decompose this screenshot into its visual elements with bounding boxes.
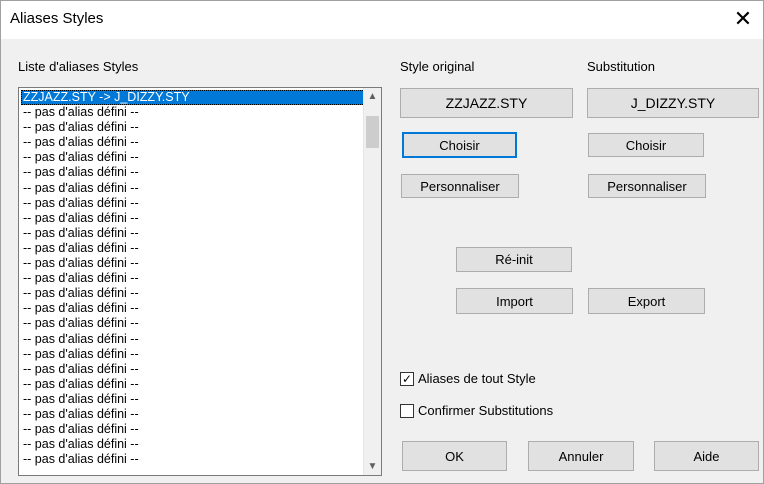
confirm-substitutions-checkbox[interactable] [400,404,414,418]
original-style-label: Style original [400,59,475,74]
title-bar: Aliases Styles ✕ [1,1,763,39]
alias-list-label: Liste d'aliases Styles [18,59,139,74]
list-item[interactable]: -- pas d'alias défini -- [21,286,365,301]
list-item[interactable]: -- pas d'alias défini -- [21,377,365,392]
choose-original-button[interactable]: Choisir [402,132,517,158]
customize-original-button[interactable]: Personnaliser [401,174,519,198]
list-item[interactable]: -- pas d'alias défini -- [21,211,365,226]
help-button[interactable]: Aide [654,441,759,471]
list-item[interactable]: -- pas d'alias défini -- [21,301,365,316]
list-item[interactable]: -- pas d'alias défini -- [21,271,365,286]
alias-list-items: ZZJAZZ.STY -> J_DIZZY.STY -- pas d'alias … [21,90,365,467]
list-item[interactable]: -- pas d'alias défini -- [21,392,365,407]
choose-substitution-button[interactable]: Choisir [588,133,704,157]
list-item[interactable]: -- pas d'alias défini -- [21,437,365,452]
list-item[interactable]: -- pas d'alias défini -- [21,347,365,362]
list-item[interactable]: -- pas d'alias défini -- [21,196,365,211]
list-item[interactable]: -- pas d'alias défini -- [21,181,365,196]
scroll-down-icon[interactable]: ▼ [364,458,381,475]
list-item[interactable]: -- pas d'alias défini -- [21,226,365,241]
close-icon[interactable]: ✕ [729,5,757,33]
confirm-substitutions-label: Confirmer Substitutions [418,403,554,418]
scroll-thumb[interactable] [366,116,379,148]
list-item[interactable]: -- pas d'alias défini -- [21,120,365,135]
substitution-style-button[interactable]: J_DIZZY.STY [587,88,759,118]
list-item[interactable]: -- pas d'alias défini -- [21,241,365,256]
all-styles-checkbox[interactable]: ✓ [400,372,414,386]
list-item[interactable]: -- pas d'alias défini -- [21,150,365,165]
scroll-up-icon[interactable]: ▲ [364,88,381,105]
substitution-label: Substitution [587,59,655,74]
list-item[interactable]: -- pas d'alias défini -- [21,256,365,271]
import-button[interactable]: Import [456,288,573,314]
list-scrollbar[interactable]: ▲ ▼ [363,88,381,475]
list-item[interactable]: -- pas d'alias défini -- [21,407,365,422]
alias-listbox[interactable]: ZZJAZZ.STY -> J_DIZZY.STY -- pas d'alias … [18,87,382,476]
list-item[interactable]: -- pas d'alias défini -- [21,362,365,377]
export-button[interactable]: Export [588,288,705,314]
customize-substitution-button[interactable]: Personnaliser [588,174,706,198]
cancel-button[interactable]: Annuler [528,441,634,471]
aliases-styles-dialog: Aliases Styles ✕ Liste d'aliases Styles … [0,0,764,484]
original-style-button[interactable]: ZZJAZZ.STY [400,88,573,118]
list-item[interactable]: -- pas d'alias défini -- [21,105,365,120]
list-item[interactable]: -- pas d'alias défini -- [21,135,365,150]
all-styles-label: Aliases de tout Style [418,371,536,386]
reset-button[interactable]: Ré-init [456,247,572,272]
list-item[interactable]: -- pas d'alias défini -- [21,452,365,467]
list-item[interactable]: -- pas d'alias défini -- [21,316,365,331]
list-item[interactable]: -- pas d'alias défini -- [21,165,365,180]
list-item[interactable]: ZZJAZZ.STY -> J_DIZZY.STY [21,90,365,106]
list-item[interactable]: -- pas d'alias défini -- [21,422,365,437]
ok-button[interactable]: OK [402,441,507,471]
window-title: Aliases Styles [10,10,104,27]
list-item[interactable]: -- pas d'alias défini -- [21,332,365,347]
